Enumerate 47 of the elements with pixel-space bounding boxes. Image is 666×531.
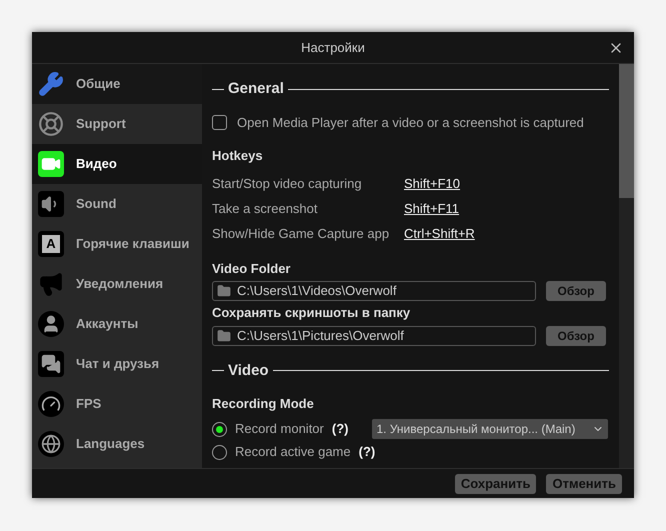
sidebar-item[interactable]: Languages	[32, 424, 202, 464]
speaker-icon	[38, 191, 64, 217]
hotkey-link[interactable]: Shift+F11	[404, 199, 460, 219]
folder-icon	[217, 328, 231, 342]
sidebar-item[interactable]: Видео	[32, 144, 202, 184]
subheading: Video Folder	[212, 260, 292, 278]
path-field[interactable]: C:\Users\1\Pictures\Overwolf	[212, 326, 536, 346]
scrollbar-thumb[interactable]	[619, 64, 634, 198]
chat-icon	[38, 351, 64, 377]
hotkey-link[interactable]: Shift+F10	[404, 174, 460, 194]
subheading: Hotkeys	[212, 147, 264, 165]
section-heading: General	[228, 79, 284, 99]
sidebar-item[interactable]: Общие	[32, 64, 202, 104]
folder-icon	[217, 284, 231, 298]
sidebar-item[interactable]: Чат и друзья	[32, 344, 202, 384]
gauge-icon	[38, 391, 64, 417]
sidebar-item[interactable]: Sound	[32, 184, 202, 224]
sidebar-item[interactable]: Аккаунты	[32, 304, 202, 344]
window-title: Настройки	[301, 38, 365, 57]
radio-label: Record monitor	[235, 420, 324, 438]
help-link[interactable]: (?)	[358, 442, 376, 462]
section-heading: Video	[228, 360, 269, 380]
hotkey-label: Show/Hide Game Capture app	[212, 225, 390, 244]
camera-icon	[38, 151, 64, 177]
user-icon	[38, 311, 64, 337]
sidebar-item[interactable]: FPS	[32, 384, 202, 424]
checkbox[interactable]	[212, 114, 227, 130]
hotkey-label: Start/Stop video capturing	[212, 175, 363, 194]
radio-label: Record active game	[235, 443, 351, 462]
checkbox-label: Open Media Player after a video or a screenshot is captured	[237, 114, 584, 132]
sidebar-item[interactable]: A Горячие клавиши	[32, 224, 202, 264]
path-field[interactable]: C:\Users\1\Videos\Overwolf	[212, 281, 536, 301]
sidebar-item[interactable]: Support	[32, 104, 202, 144]
monitor-dropdown[interactable]: 1. Универсальный монитор... (Main)	[372, 419, 608, 439]
subheading: Recording Mode	[212, 395, 315, 413]
megaphone-icon	[38, 271, 64, 297]
wrench-icon	[38, 71, 64, 97]
globe-icon	[38, 431, 64, 457]
lifebuoy-icon	[38, 111, 64, 137]
radio-button[interactable]	[212, 422, 227, 436]
hotkey-link[interactable]: Ctrl+Shift+R	[404, 224, 475, 244]
help-link[interactable]: (?)	[332, 419, 348, 439]
radio-button[interactable]	[212, 444, 227, 460]
hotkey-label: Take a screenshot	[212, 200, 319, 218]
sidebar-item[interactable]: Уведомления	[32, 264, 202, 304]
subheading: Сохранять скриншоты в папку	[212, 304, 412, 322]
key-icon: A	[38, 231, 64, 257]
